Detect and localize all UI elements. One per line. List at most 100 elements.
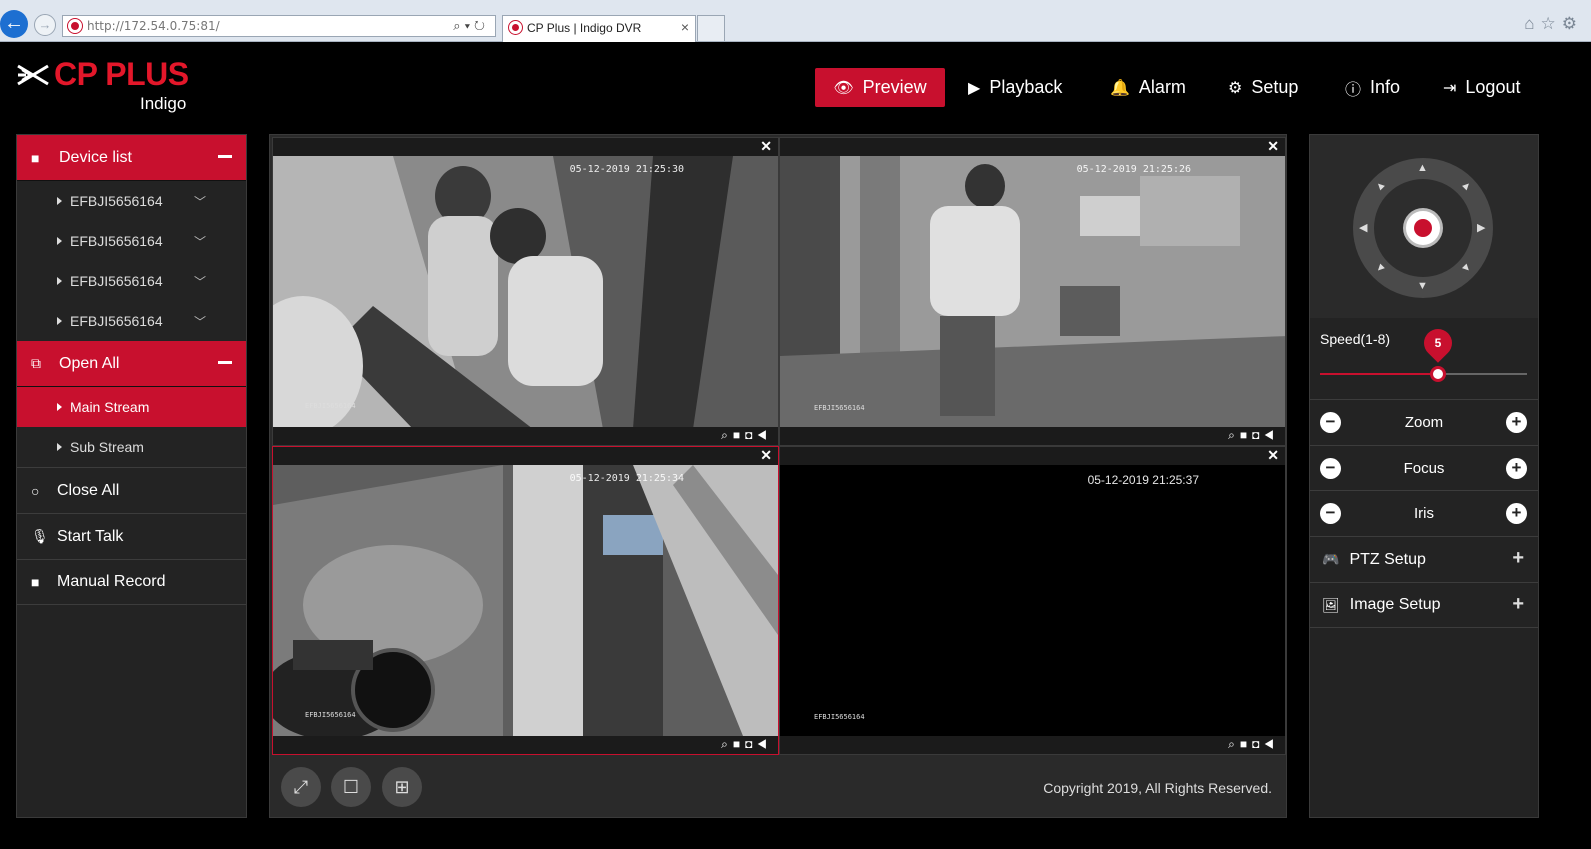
video-cell-footer: ⌕■◘◀ [780,736,1285,754]
chevron-down-icon[interactable]: ﹀ [194,273,206,290]
close-icon[interactable]: ✕ [1267,447,1279,464]
camera-feed-image [780,156,1285,427]
address-bar[interactable]: http://172.54.0.75:81/ ⌕▾↻ [62,15,496,37]
zoom-icon[interactable]: ⌕ [1228,737,1240,751]
new-tab-button[interactable] [697,15,725,41]
chevron-down-icon[interactable]: ﹀ [194,233,206,250]
single-view-button[interactable]: ☐ [331,767,371,807]
close-all-button[interactable]: ○ Close All [17,467,246,513]
arrow-left-icon[interactable]: ◀ [1359,221,1367,234]
settings-gear-icon[interactable]: ⚙ [1562,14,1583,33]
chevron-down-icon[interactable]: ﹀ [194,313,206,330]
snapshot-camera-icon[interactable]: ◘ [1252,428,1264,442]
record-icon[interactable]: ■ [733,428,745,442]
zoom-icon[interactable]: ⌕ [721,737,733,751]
snapshot-camera-icon[interactable]: ◘ [745,428,757,442]
address-url[interactable]: http://172.54.0.75:81/ [87,19,220,33]
play-circle-icon: ▶ [968,79,981,97]
snapshot-camera-icon[interactable]: ◘ [745,737,757,751]
ptz-setup-row[interactable]: 🎮 PTZ Setup + [1310,536,1538,582]
arrow-up-left-icon[interactable]: ▲ [1372,178,1388,194]
nav-alarm-label: Alarm [1138,77,1186,97]
video-cell-4[interactable]: ✕ 05-12-2019 21:25:37 EFBJI5656164 ⌕■◘◀ [779,446,1286,755]
bell-icon: 🔔 [1110,79,1130,97]
main-stream-item[interactable]: Main Stream [17,387,246,427]
expand-plus-icon[interactable]: + [1512,547,1524,570]
record-icon[interactable]: ■ [1240,737,1252,751]
collapse-minus-icon[interactable] [218,155,232,158]
site-favicon-icon [68,19,82,33]
device-item[interactable]: EFBJI5656164 ﹀ [17,301,246,341]
audio-speaker-icon[interactable]: ◀ [1264,737,1279,751]
arrow-down-right-icon[interactable]: ▲ [1458,260,1474,276]
logout-icon: ⇥ [1443,79,1457,97]
video-timestamp: 05-12-2019 21:25:26 [1076,164,1191,175]
nav-preview[interactable]: 👁 Preview [815,68,945,107]
nav-logout[interactable]: ⇥ Logout [1443,68,1520,107]
video-cell-2[interactable]: ✕ 05-12-2019 21:25:26 EFBJI5656164 ⌕■◘◀ [779,137,1286,446]
image-setup-row[interactable]: 🖼 Image Setup + [1310,582,1538,628]
record-icon[interactable]: ■ [1240,428,1252,442]
device-item[interactable]: EFBJI5656164 ﹀ [17,181,246,221]
camera-feed[interactable]: 05-12-2019 21:25:34 EFBJI5656164 [273,465,778,736]
arrow-down-icon[interactable]: ▼ [1417,280,1428,292]
close-icon[interactable]: ✕ [760,138,772,155]
ptz-center-button[interactable] [1406,211,1440,245]
dropdown-icon[interactable]: ▾ [465,18,474,33]
focus-plus-icon[interactable]: + [1506,458,1527,479]
snapshot-camera-icon[interactable]: ◘ [1252,737,1264,751]
nav-playback[interactable]: ▶ Playback [968,68,1062,107]
search-icon[interactable]: ⌕ [453,18,464,33]
close-icon[interactable]: ✕ [760,447,772,464]
ptz-joystick-area: ▲ ▼ ◀ ▶ ▲ ▲ ▲ ▲ [1310,135,1538,318]
single-square-icon: ☐ [342,777,360,797]
audio-speaker-icon[interactable]: ◀ [757,428,772,442]
refresh-icon[interactable]: ↻ [474,18,489,33]
back-arrow-icon[interactable]: ← [0,10,28,38]
arrow-up-icon[interactable]: ▲ [1417,162,1428,174]
video-cell-3[interactable]: ✕ 05-12-2019 21:25:34 EFBJI5656164 ⌕■◘◀ [272,446,779,755]
device-item[interactable]: EFBJI5656164 ﹀ [17,261,246,301]
nav-alarm[interactable]: 🔔 Alarm [1110,68,1186,107]
record-icon[interactable]: ■ [733,737,745,751]
camera-feed[interactable]: 05-12-2019 21:25:26 EFBJI5656164 [780,156,1285,427]
close-icon[interactable]: ✕ [1267,138,1279,155]
speed-slider[interactable]: 5 [1320,323,1527,382]
audio-speaker-icon[interactable]: ◀ [1264,428,1279,442]
nav-info[interactable]: ⓘ Info [1345,68,1400,107]
device-name: EFBJI5656164 [70,193,163,209]
arrow-down-left-icon[interactable]: ▲ [1372,260,1388,276]
browser-tab[interactable]: CP Plus | Indigo DVR × [502,15,696,42]
camera-feed[interactable]: 05-12-2019 21:25:30 EFBJI5656164 [273,156,778,427]
tab-close-icon[interactable]: × [681,19,689,35]
arrow-right-icon[interactable]: ▶ [1477,221,1485,234]
audio-speaker-icon[interactable]: ◀ [757,737,772,751]
open-all-header[interactable]: ⧉ Open All [17,341,246,387]
zoom-icon[interactable]: ⌕ [1228,428,1240,442]
favorites-star-icon[interactable]: ☆ [1541,14,1562,33]
iris-plus-icon[interactable]: + [1506,503,1527,524]
zoom-in-plus-icon[interactable]: + [1506,412,1527,433]
fullscreen-button[interactable]: ⤢ [281,767,321,807]
speed-slider-knob[interactable] [1430,366,1446,382]
arrow-up-right-icon[interactable]: ▲ [1458,178,1474,194]
nav-setup[interactable]: ⚙ Setup [1228,68,1298,107]
device-list-header[interactable]: ■ Device list [17,135,246,181]
forward-arrow-icon[interactable]: → [34,14,56,36]
home-icon[interactable]: ⌂ [1524,14,1540,33]
device-item[interactable]: EFBJI5656164 ﹀ [17,221,246,261]
quad-view-button[interactable]: ⊞ [382,767,422,807]
zoom-icon[interactable]: ⌕ [721,428,733,442]
collapse-minus-icon[interactable] [218,361,232,364]
manual-record-button[interactable]: ■ Manual Record [17,559,246,605]
ptz-direction-ring[interactable]: ▲ ▼ ◀ ▶ ▲ ▲ ▲ ▲ [1353,158,1493,298]
expand-plus-icon[interactable]: + [1512,593,1524,616]
video-camera-icon: ■ [31,574,40,590]
chevron-down-icon[interactable]: ﹀ [194,193,206,210]
camera-feed[interactable]: 05-12-2019 21:25:37 EFBJI5656164 [780,465,1285,736]
camera-tag: EFBJI5656164 [814,713,865,721]
device-list-label: Device list [59,148,132,166]
video-cell-1[interactable]: ✕ 05-12-2019 21:25:30 EFBJI5656164 ⌕■◘◀ [272,137,779,446]
start-talk-button[interactable]: 🎙 Start Talk [17,513,246,559]
sub-stream-item[interactable]: Sub Stream [17,427,246,467]
